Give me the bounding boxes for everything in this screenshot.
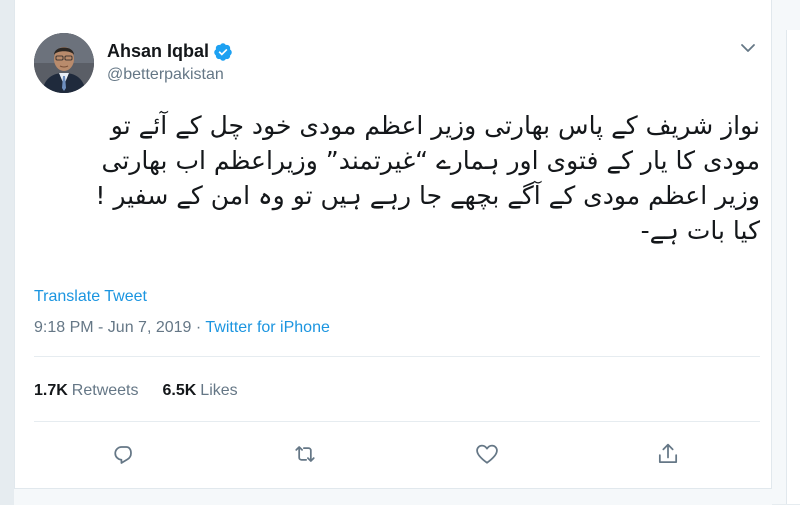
timestamp[interactable]: 9:18 PM - Jun 7, 2019 (34, 319, 191, 336)
author-handle[interactable]: @betterpakistan (107, 66, 224, 84)
adjacent-panel-edge (786, 30, 800, 504)
tweet-text-line: کیا بات ہے- (640, 216, 760, 245)
tweet-text: نواز شریف کے پاس بھارتی وزیر اعظم مودی خ… (34, 108, 760, 248)
translate-tweet-link[interactable]: Translate Tweet (34, 288, 147, 306)
stats-bottom-divider (34, 421, 760, 422)
reply-icon[interactable] (110, 440, 138, 468)
meta-separator: · (191, 319, 206, 336)
author-name-row[interactable]: Ahsan Iqbal (107, 41, 233, 62)
share-icon[interactable] (654, 440, 682, 468)
tweet-stats: 1.7K Retweets 6.5K Likes (34, 382, 238, 400)
stats-top-divider (34, 356, 760, 357)
avatar-image (34, 33, 94, 93)
tweet-meta: 9:18 PM - Jun 7, 2019 · Twitter for iPho… (34, 319, 330, 337)
likes-count: 6.5K (162, 382, 197, 399)
retweets-label: Retweets (71, 382, 139, 399)
retweets-stat[interactable]: 1.7K Retweets (34, 382, 139, 400)
retweets-count: 1.7K (34, 382, 68, 399)
adjacent-panel (772, 0, 800, 504)
tweet-text-line: نواز شریف کے پاس بھارتی وزیر اعظم مودی خ… (110, 111, 760, 140)
tweet-text-line: وزیر اعظم مودی کے آگے بچھے جا رہے ہیں تو… (95, 181, 760, 210)
heart-icon[interactable] (473, 440, 501, 468)
avatar[interactable] (34, 33, 94, 93)
tweet-actions (0, 440, 800, 470)
likes-label: Likes (200, 382, 238, 399)
retweet-icon[interactable] (291, 440, 319, 468)
likes-stat[interactable]: 6.5K Likes (163, 382, 238, 400)
chevron-down-icon[interactable] (738, 40, 758, 56)
tweet-text-line: مودی کا یار کے فتوی اور ہمارے “غیرتمند” … (101, 146, 760, 175)
verified-badge-icon (213, 42, 233, 62)
author-name[interactable]: Ahsan Iqbal (107, 41, 209, 62)
next-tweet-edge (14, 488, 772, 505)
source-link[interactable]: Twitter for iPhone (205, 319, 330, 336)
